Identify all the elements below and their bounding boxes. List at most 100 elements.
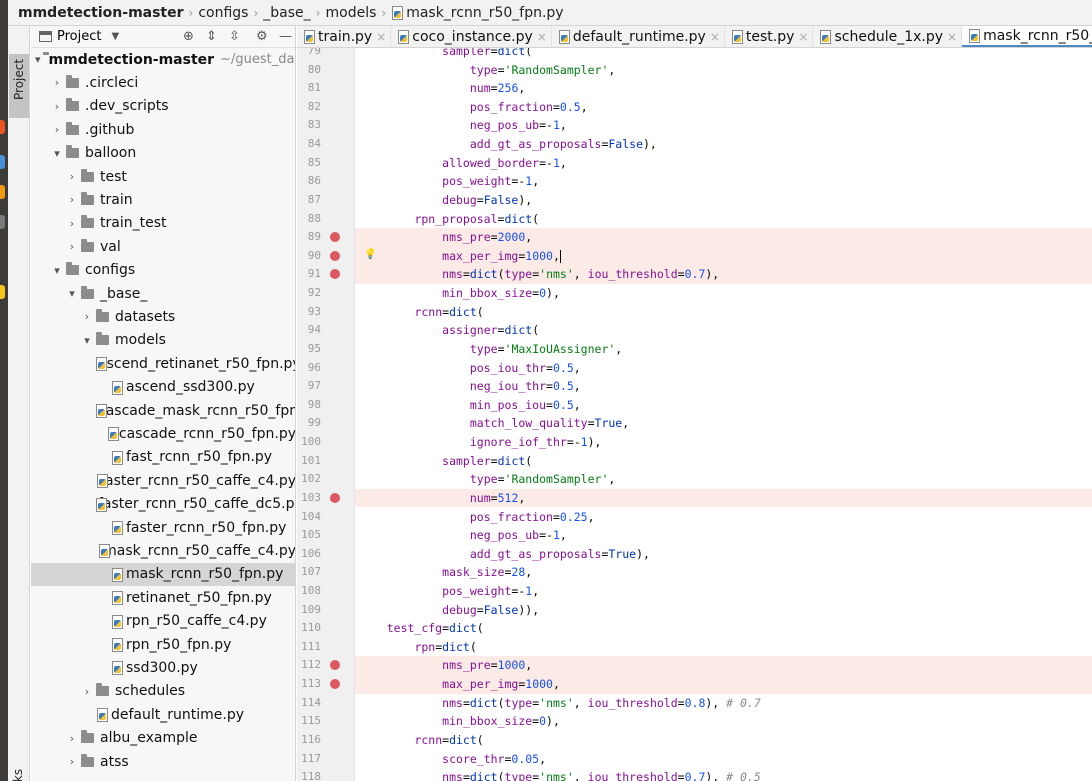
tree-folder[interactable]: › train_test [31,212,295,235]
chevron-right-icon[interactable]: › [65,732,79,745]
code-line[interactable]: 83 neg_pos_ub=-1, [297,116,1092,135]
code-line[interactable]: 86 pos_weight=-1, [297,172,1092,191]
tree-folder[interactable]: › schedules [31,680,295,703]
breakpoint-icon[interactable] [330,250,340,261]
code-line[interactable]: 98 min_pos_iou=0.5, [297,396,1092,415]
editor-tab[interactable]: train.py × [297,26,392,47]
dock-app-icon[interactable] [0,120,5,134]
editor-tab[interactable]: schedule_1x.py × [813,26,963,47]
code-line[interactable]: 101 sampler=dict( [297,452,1092,471]
code-line[interactable]: 103 num=512, [297,488,1092,508]
tree-file[interactable]: mask_rcnn_r50_fpn.py [31,562,295,586]
chevron-down-icon[interactable]: ▾ [50,264,64,277]
editor-tab[interactable]: coco_instance.py × [391,26,552,47]
code-line[interactable]: 110 test_cfg=dict( [297,619,1092,638]
code-line[interactable]: 104 pos_fraction=0.25, [297,508,1092,527]
code-line[interactable]: 96 pos_iou_thr=0.5, [297,359,1092,378]
tree-file[interactable]: rpn_r50_fpn.py [31,633,295,656]
breadcrumb-item-root[interactable]: mmdetection-master [18,5,184,21]
breadcrumb-item-configs[interactable]: configs [198,5,248,21]
code-line[interactable]: 79 sampler=dict( [297,48,1092,61]
close-icon[interactable]: × [376,30,386,44]
code-line[interactable]: 116 rcnn=dict( [297,731,1092,750]
locate-icon[interactable]: ⊕ [183,29,194,44]
tree-file[interactable]: ascend_retinanet_r50_fpn.py [31,352,295,375]
close-icon[interactable]: × [947,30,957,44]
code-line[interactable]: 108 pos_weight=-1, [297,582,1092,601]
chevron-down-icon[interactable]: ▾ [65,287,79,300]
tree-folder[interactable]: › datasets [31,305,295,328]
code-line[interactable]: 107 mask_size=28, [297,563,1092,582]
breakpoint-icon[interactable] [330,660,340,671]
code-line[interactable]: 111 rpn=dict( [297,638,1092,657]
chevron-right-icon[interactable]: › [65,170,79,183]
chevron-down-icon[interactable]: ▾ [35,53,41,66]
tree-file[interactable]: faster_rcnn_r50_caffe_dc5.py [31,493,295,516]
tree-file[interactable]: cascade_mask_rcnn_r50_fpn.py [31,399,295,422]
chevron-right-icon[interactable]: › [65,240,79,253]
tree-file[interactable]: fast_rcnn_r50_fpn.py [31,446,295,469]
tree-file[interactable]: mask_rcnn_r50_caffe_c4.py [31,539,295,562]
tree-folder[interactable]: › .dev_scripts [31,95,295,118]
chevron-right-icon[interactable]: › [50,76,64,89]
breakpoint-icon[interactable] [330,492,340,503]
code-line[interactable]: 112 nms_pre=1000, [297,656,1092,676]
code-line[interactable]: 84 add_gt_as_proposals=False), [297,135,1092,154]
tree-file[interactable]: default_runtime.py [31,703,295,726]
code-line[interactable]: 102 type='RandomSampler', [297,470,1092,489]
chevron-right-icon[interactable]: › [65,217,79,230]
code-line[interactable]: 80 type='RandomSampler', [297,61,1092,80]
code-line[interactable]: 97 neg_iou_thr=0.5, [297,377,1092,396]
code-line[interactable]: 88 rpn_proposal=dict( [297,210,1092,229]
code-line[interactable]: 90 💡 max_per_img=1000, [297,246,1092,266]
breakpoint-icon[interactable] [330,679,340,690]
code-line[interactable]: 117 score_thr=0.05, [297,750,1092,769]
dock-app-icon[interactable] [0,185,5,199]
code-line[interactable]: 91 nms=dict(type='nms', iou_threshold=0.7… [297,265,1092,285]
chevron-down-icon[interactable]: ▾ [50,147,64,160]
chevron-right-icon[interactable]: › [65,755,79,768]
code-line[interactable]: 81 num=256, [297,79,1092,98]
dock-app-icon[interactable] [0,215,5,229]
tree-folder[interactable]: ▾ mmdetection-master ~/guest_data/ [31,48,295,71]
chevron-right-icon[interactable]: › [80,310,94,323]
code-line[interactable]: 106 add_gt_as_proposals=True), [297,545,1092,564]
chevron-right-icon[interactable]: › [80,685,94,698]
tree-file[interactable]: rpn_r50_caffe_c4.py [31,610,295,633]
hide-icon[interactable]: — [279,29,292,44]
tree-folder[interactable]: › .github [31,118,295,141]
code-line[interactable]: 100 ignore_iof_thr=-1), [297,433,1092,452]
lightbulb-icon[interactable]: 💡 [364,249,376,260]
code-line[interactable]: 113 max_per_img=1000, [297,675,1092,694]
editor-tab[interactable]: test.py × [725,26,814,47]
tree-folder[interactable]: › train [31,188,295,211]
tree-file[interactable]: ascend_ssd300.py [31,376,295,399]
chevron-down-icon[interactable]: ▼ [111,31,119,42]
chevron-down-icon[interactable]: ▾ [80,334,94,347]
code-line[interactable]: 118 nms=dict(type='nms', iou_threshold=0.… [297,768,1092,781]
code-line[interactable]: 85 allowed_border=-1, [297,154,1092,173]
tree-folder[interactable]: › test [31,165,295,188]
tree-folder[interactable]: ▾ configs [31,259,295,282]
code-line[interactable]: 89 nms_pre=2000, [297,228,1092,247]
breadcrumb-item-models[interactable]: models [325,5,376,21]
editor-tab[interactable]: mask_rcnn_r50_fpn.py× [962,26,1092,47]
expand-all-icon[interactable]: ⇕ [206,29,217,44]
code-line[interactable]: 109 debug=False)), [297,601,1092,620]
tree-folder[interactable]: ▾ _base_ [31,282,295,305]
editor-tab[interactable]: default_runtime.py × [552,26,725,47]
breakpoint-icon[interactable] [330,269,340,280]
breakpoint-icon[interactable] [330,232,340,243]
tree-file[interactable]: faster_rcnn_r50_fpn.py [31,516,295,539]
tree-folder[interactable]: ▾ models [31,329,295,352]
gear-icon[interactable]: ⚙ [256,29,268,44]
tree-file[interactable]: cascade_rcnn_r50_fpn.py [31,422,295,445]
chevron-right-icon[interactable]: › [65,193,79,206]
code-line[interactable]: 99 match_low_quality=True, [297,414,1092,433]
tree-file[interactable]: faster_rcnn_r50_caffe_c4.py [31,469,295,492]
code-line[interactable]: 93 rcnn=dict( [297,303,1092,322]
breadcrumb-item-file[interactable]: mask_rcnn_r50_fpn.py [391,5,564,21]
tree-folder[interactable]: › .circleci [31,71,295,94]
dock-app-icon[interactable] [0,285,5,299]
code-line[interactable]: 92 min_bbox_size=0), [297,284,1092,303]
